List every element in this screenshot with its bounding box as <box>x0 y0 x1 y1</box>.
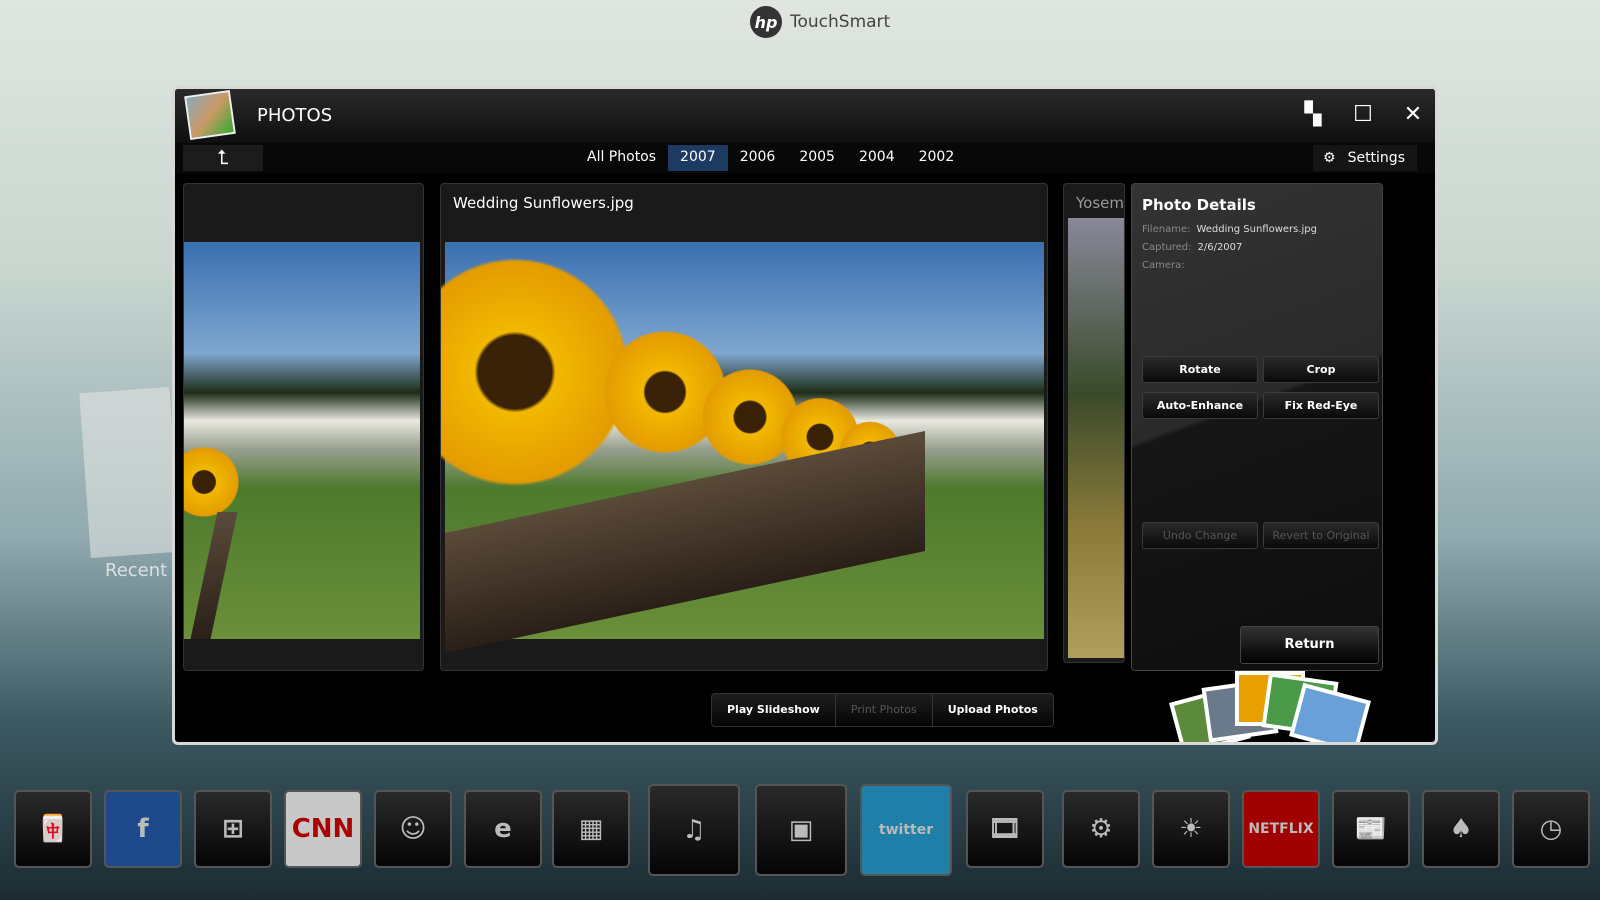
fix-red-eye-button[interactable]: Fix Red-Eye <box>1263 392 1379 419</box>
gear-icon: ⚙ <box>1323 150 1336 166</box>
next-photo-panel[interactable]: Yosem <box>1063 183 1125 663</box>
dock-app-netflix[interactable]: NETFLIX <box>1242 790 1320 868</box>
netflix-icon: NETFLIX <box>1248 821 1314 837</box>
current-photo-panel: Wedding Sunflowers.jpg <box>440 183 1048 671</box>
auto-enhance-button[interactable]: Auto-Enhance <box>1142 392 1258 419</box>
twitter-icon: twitter <box>878 822 934 838</box>
captured-label: Captured: <box>1142 242 1192 253</box>
dock-app-clock[interactable]: ◷ <box>1512 790 1590 868</box>
dock-app-settings[interactable]: ⚙ <box>1062 790 1140 868</box>
maximize-icon[interactable]: ☐ <box>1351 103 1375 127</box>
music-icon: ♫ <box>682 815 706 845</box>
dock-app-photos[interactable]: ▣ <box>755 784 847 876</box>
photo-action-bar: Play Slideshow Print Photos Upload Photo… <box>711 693 1054 727</box>
calendar-icon: ▦ <box>578 814 604 844</box>
dock-app-video[interactable]: 🎞 <box>966 790 1044 868</box>
recent-label: Recent <box>105 560 168 581</box>
back-arrow-icon: ⮤ <box>217 145 229 169</box>
tab-2004[interactable]: 2004 <box>847 145 907 171</box>
background-photo <box>79 387 181 558</box>
photo-stack-icon <box>1165 663 1371 742</box>
photos-icon: ▣ <box>788 815 814 845</box>
camera-label: Camera: <box>1142 260 1185 271</box>
nav-bar: ⮤ All Photos 2007 2006 2005 2004 2002 ⚙ … <box>175 143 1435 173</box>
details-title: Photo Details <box>1142 196 1256 214</box>
dock-app-solitaire[interactable]: ♠ <box>1422 790 1500 868</box>
close-icon[interactable]: ✕ <box>1401 103 1425 127</box>
year-tabs: All Photos 2007 2006 2005 2004 2002 <box>575 145 966 171</box>
hp-logo: hp <box>750 6 782 38</box>
filename-value: Wedding Sunflowers.jpg <box>1196 224 1318 235</box>
previous-photo <box>184 242 420 639</box>
captured-value: 2/6/2007 <box>1197 242 1243 253</box>
brand-name: TouchSmart <box>790 12 891 32</box>
tab-2002[interactable]: 2002 <box>907 145 967 171</box>
mahjong-icon: 🀄 <box>36 814 70 844</box>
dock-app-music[interactable]: ♫ <box>648 784 740 876</box>
tab-2006[interactable]: 2006 <box>728 145 788 171</box>
touchsmart-brand: hp TouchSmart <box>750 6 890 38</box>
previous-photo-panel[interactable] <box>183 183 424 671</box>
upload-photos-button[interactable]: Upload Photos <box>933 694 1053 726</box>
rss-icon: 📰 <box>1354 814 1388 844</box>
photo-details-panel: Photo Details Filename: Wedding Sunflower… <box>1131 183 1383 671</box>
dock-app-facebook[interactable]: f <box>104 790 182 868</box>
current-photo[interactable] <box>441 242 1044 654</box>
dock-app-weather[interactable]: ☀ <box>1152 790 1230 868</box>
filename-row: Filename: Wedding Sunflowers.jpg <box>1142 224 1317 235</box>
dock-app-rss[interactable]: 📰 <box>1332 790 1410 868</box>
title-bar: PHOTOS ▚ ☐ ✕ <box>175 89 1435 143</box>
filename-label: Filename: <box>1142 224 1191 235</box>
dock-app-mahjong[interactable]: 🀄 <box>14 790 92 868</box>
revert-to-original-button[interactable]: Revert to Original <box>1263 522 1379 549</box>
print-photos-button[interactable]: Print Photos <box>836 694 933 726</box>
captured-row: Captured: 2/6/2007 <box>1142 242 1242 253</box>
rotate-button[interactable]: Rotate <box>1142 356 1258 383</box>
video-icon: 🎞 <box>988 814 1022 844</box>
app-dock: 🀄 f ⊞ CNN ☺ e ▦ ♫ ▣ twitter 🎞 ⚙ ☀ NETFLIX 📰 ♠ ◷ <box>0 784 1600 880</box>
dock-app-calendar[interactable]: ▦ <box>552 790 630 868</box>
restore-icon[interactable]: ▚ <box>1301 103 1325 127</box>
settings-button[interactable]: ⚙ Settings <box>1313 145 1417 171</box>
undo-change-button[interactable]: Undo Change <box>1142 522 1258 549</box>
tab-2005[interactable]: 2005 <box>787 145 847 171</box>
back-button[interactable]: ⮤ <box>183 145 263 171</box>
photo-title: Wedding Sunflowers.jpg <box>453 194 634 212</box>
canvas-icon: ☺ <box>399 814 427 844</box>
settings-icon: ⚙ <box>1089 814 1113 844</box>
tab-all-photos[interactable]: All Photos <box>575 145 668 171</box>
next-photo-title: Yosem <box>1076 194 1125 212</box>
dock-app-windows[interactable]: ⊞ <box>194 790 272 868</box>
tab-2007[interactable]: 2007 <box>668 145 728 171</box>
photos-app-icon <box>184 90 236 140</box>
crop-button[interactable]: Crop <box>1263 356 1379 383</box>
dock-app-cnn[interactable]: CNN <box>284 790 362 868</box>
cnn-icon: CNN <box>291 814 355 844</box>
windows-icon: ⊞ <box>222 814 244 844</box>
clock-icon: ◷ <box>1539 814 1563 844</box>
solitaire-icon: ♠ <box>1449 814 1473 844</box>
window-title: PHOTOS <box>257 105 333 126</box>
dock-app-internet-explorer[interactable]: e <box>464 790 542 868</box>
photos-window: PHOTOS ▚ ☐ ✕ ⮤ All Photos 2007 2006 2005… <box>172 86 1438 745</box>
dock-app-canvas[interactable]: ☺ <box>374 790 452 868</box>
facebook-icon: f <box>137 814 149 844</box>
weather-icon: ☀ <box>1179 814 1203 844</box>
settings-label: Settings <box>1347 150 1405 166</box>
internet-explorer-icon: e <box>494 814 512 844</box>
return-button[interactable]: Return <box>1240 626 1379 664</box>
dock-app-twitter[interactable]: twitter <box>860 784 952 876</box>
play-slideshow-button[interactable]: Play Slideshow <box>712 694 836 726</box>
next-photo <box>1068 218 1124 658</box>
